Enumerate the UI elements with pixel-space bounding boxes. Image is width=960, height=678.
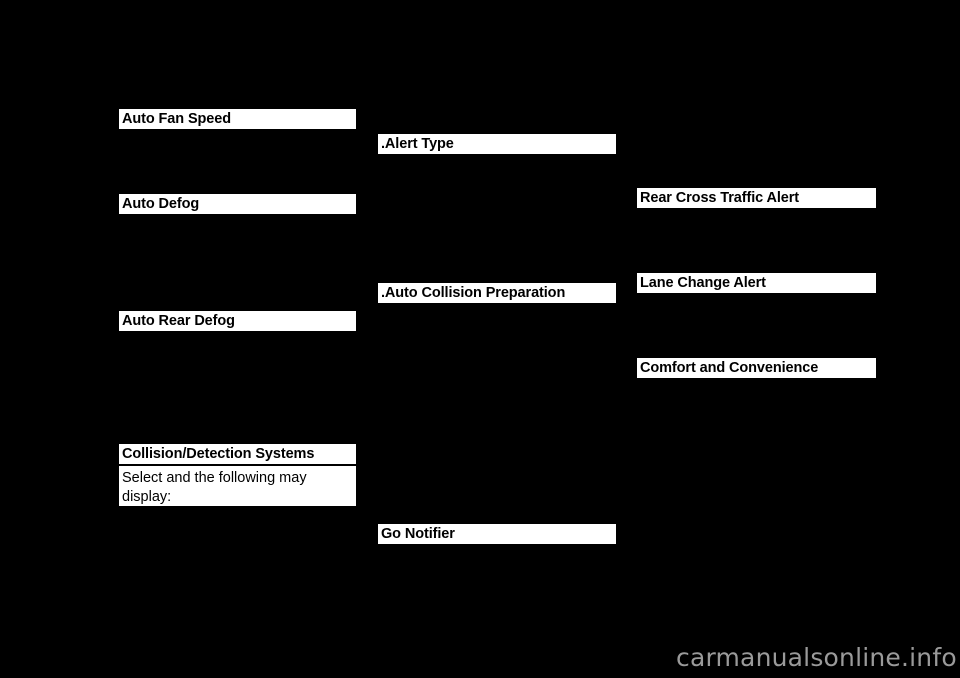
section-heading-alert-type: .Alert Type bbox=[378, 134, 616, 154]
manual-page: Auto Fan Speed Auto Defog Auto Rear Defo… bbox=[0, 0, 960, 678]
section-heading-collision-detection-systems: Collision/Detection Systems bbox=[119, 444, 356, 464]
section-heading-rear-cross-traffic-alert: Rear Cross Traffic Alert bbox=[637, 188, 876, 208]
section-heading-auto-fan-speed: Auto Fan Speed bbox=[119, 109, 356, 129]
body-text-collision-detection-systems: Select and the following may display: bbox=[119, 466, 356, 506]
section-heading-lane-change-alert: Lane Change Alert bbox=[637, 273, 876, 293]
section-heading-auto-rear-defog: Auto Rear Defog bbox=[119, 311, 356, 331]
site-watermark: carmanualsonline.info bbox=[676, 643, 957, 672]
section-heading-go-notifier: Go Notifier bbox=[378, 524, 616, 544]
section-heading-auto-collision-preparation: .Auto Collision Preparation bbox=[378, 283, 616, 303]
section-heading-auto-defog: Auto Defog bbox=[119, 194, 356, 214]
section-heading-comfort-and-convenience: Comfort and Convenience bbox=[637, 358, 876, 378]
